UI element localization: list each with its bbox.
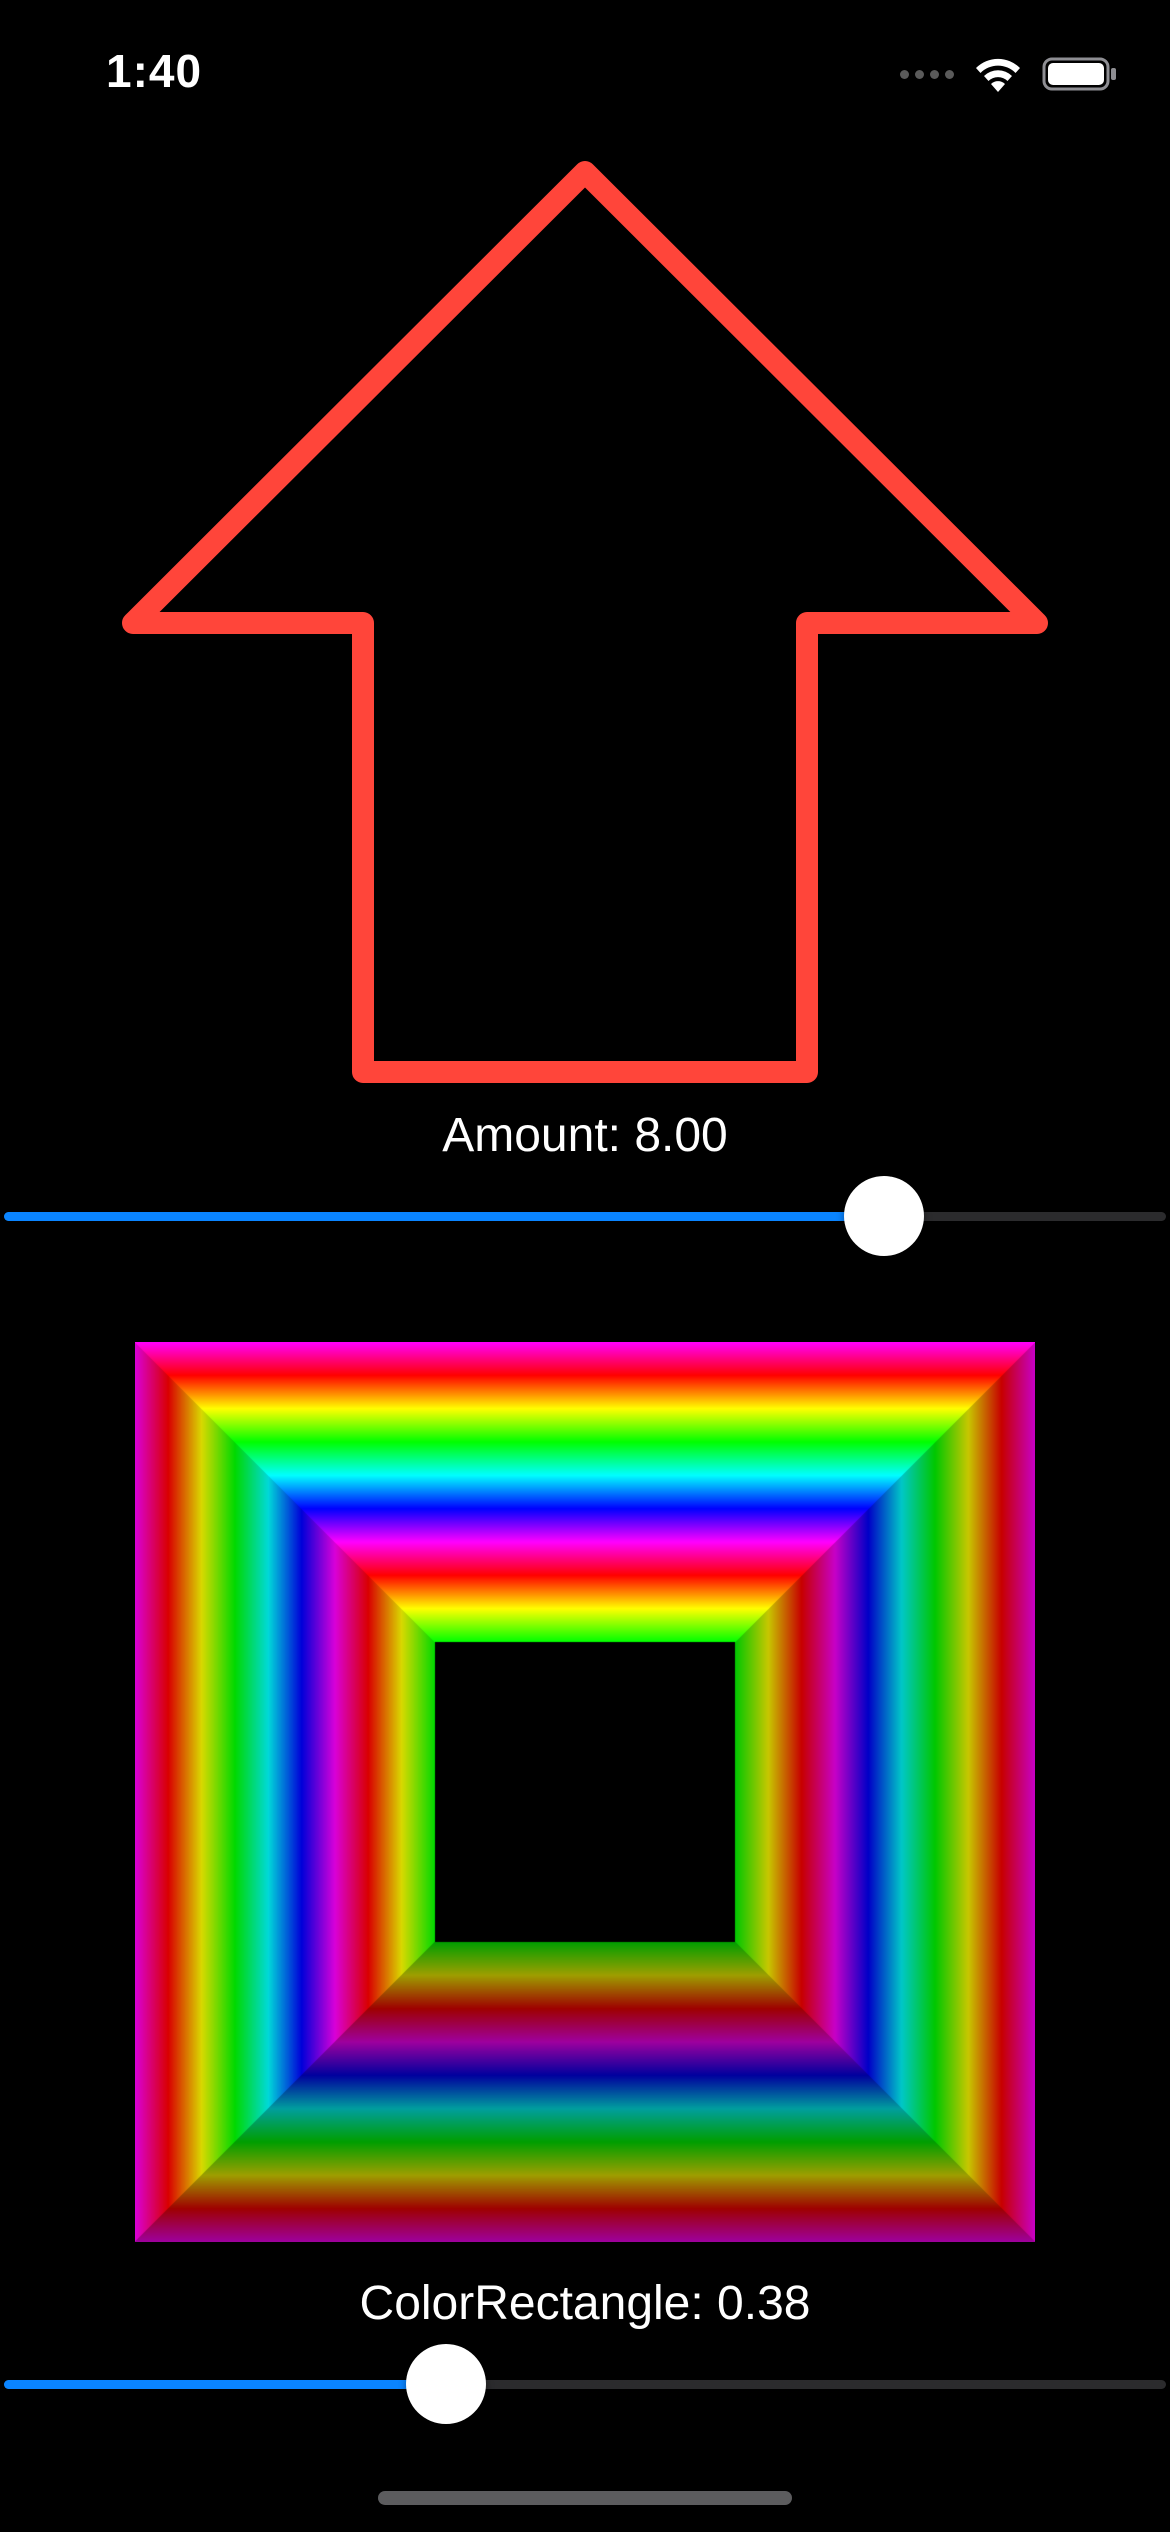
amount-slider-thumb[interactable] xyxy=(844,1176,924,1256)
arrow-outline xyxy=(122,161,1048,1083)
cellular-signal-icon xyxy=(900,69,954,79)
home-indicator[interactable] xyxy=(378,2491,792,2505)
status-time: 1:40 xyxy=(106,45,203,97)
wifi-icon xyxy=(976,58,1020,92)
status-icons xyxy=(900,52,1118,96)
battery-icon xyxy=(1042,57,1116,91)
color-rectangle-slider-thumb[interactable] xyxy=(406,2344,486,2424)
color-rectangle-slider-fill xyxy=(4,2380,446,2389)
amount-label: Amount: 8.00 xyxy=(442,1109,728,1162)
status-bar: 1:40 xyxy=(0,0,1170,140)
color-rectangle-label: ColorRectangle: 0.38 xyxy=(359,2277,811,2330)
color-rectangle-view xyxy=(135,1342,1035,2242)
color-rectangle-slider[interactable] xyxy=(4,2344,1166,2424)
amount-slider-fill xyxy=(4,1212,884,1221)
amount-slider[interactable] xyxy=(4,1176,1166,1256)
arrow-shape xyxy=(122,161,1048,1083)
